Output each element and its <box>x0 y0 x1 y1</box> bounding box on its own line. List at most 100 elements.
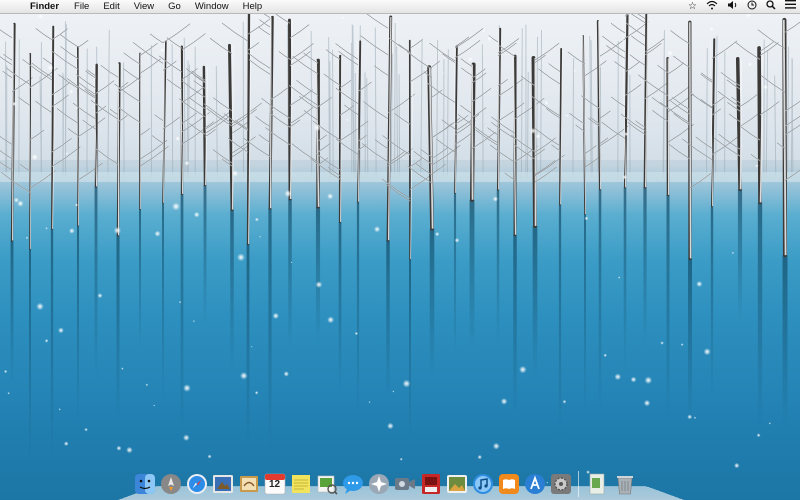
wallpaper-scene <box>0 0 800 484</box>
iphoto-icon[interactable] <box>444 470 469 498</box>
snowflake <box>703 348 711 356</box>
snowflake <box>696 280 703 288</box>
snowflake <box>747 62 752 67</box>
snowflake <box>709 26 714 32</box>
snowflake <box>755 164 759 168</box>
snowflake <box>254 391 259 395</box>
snowflake <box>231 170 239 177</box>
photo-booth-icon[interactable] <box>418 470 443 498</box>
calendar-icon[interactable]: 12 <box>262 470 287 498</box>
snowflake <box>354 331 359 336</box>
dashboard-icon[interactable] <box>366 470 391 498</box>
snowflake <box>37 13 44 20</box>
snowflake <box>75 106 78 110</box>
snowflake <box>492 442 500 450</box>
mail-stamp-icon[interactable] <box>236 470 261 498</box>
snowflake <box>442 72 445 74</box>
snowflake <box>25 236 29 240</box>
snowflake <box>768 422 771 425</box>
menu-file[interactable]: File <box>67 0 96 14</box>
preview-icon[interactable] <box>314 470 339 498</box>
snowflake <box>500 398 508 405</box>
safari-icon[interactable] <box>184 470 209 498</box>
star-icon[interactable]: ☆ <box>688 0 697 14</box>
itunes-icon[interactable] <box>470 470 495 498</box>
messages-icon[interactable] <box>340 470 365 498</box>
snowflake <box>154 230 161 237</box>
snowflake <box>584 216 589 221</box>
snowflake <box>58 408 61 411</box>
volume-icon[interactable] <box>727 0 738 15</box>
snowflake <box>763 84 768 90</box>
snowflake <box>630 376 637 383</box>
snowflake <box>65 152 69 155</box>
snowflake <box>624 131 629 137</box>
snowflake <box>184 160 190 166</box>
snowflake <box>315 281 323 289</box>
launchpad-icon[interactable] <box>158 470 183 498</box>
system-preferences-icon[interactable] <box>548 470 573 498</box>
snowflake <box>254 217 259 222</box>
photo-browser-icon[interactable] <box>210 470 235 498</box>
snowflake <box>44 338 49 343</box>
snowflake <box>530 127 537 134</box>
list-icon[interactable] <box>785 0 796 14</box>
facetime-icon[interactable] <box>392 470 417 498</box>
snowflake <box>387 422 394 430</box>
trash-icon[interactable] <box>612 470 637 498</box>
snowflake <box>68 89 74 94</box>
snowflake <box>57 327 64 334</box>
app-store-icon[interactable] <box>522 470 547 498</box>
snowflake <box>693 416 697 419</box>
menu-view[interactable]: View <box>127 0 161 14</box>
snowflake <box>477 454 483 460</box>
snowflake <box>468 56 473 62</box>
snowflake <box>74 203 79 207</box>
snowflake <box>121 367 124 370</box>
snowflake <box>392 390 395 393</box>
menu-app-finder[interactable]: Finder <box>24 0 67 14</box>
menu-help[interactable]: Help <box>236 0 270 14</box>
snowflake <box>562 399 567 404</box>
menu-edit[interactable]: Edit <box>96 0 126 14</box>
snowflake <box>250 345 253 348</box>
snowflake <box>565 114 569 117</box>
snowflake <box>544 100 549 105</box>
snowflake <box>272 312 280 320</box>
menu-bar: Finder File Edit View Go Window Help ☆ <box>0 0 800 14</box>
snowflake <box>126 446 133 454</box>
snowflake <box>573 69 576 73</box>
snowflake <box>271 108 274 111</box>
snowflake <box>603 353 607 357</box>
snowflake <box>402 156 405 159</box>
snowflake <box>239 371 248 380</box>
snowflake <box>660 341 664 345</box>
snowflake <box>47 64 54 71</box>
snowflake <box>756 433 761 438</box>
search-icon[interactable] <box>766 0 776 15</box>
snowflake <box>116 445 122 451</box>
menu-go[interactable]: Go <box>161 0 188 14</box>
clock-icon[interactable] <box>747 0 757 15</box>
document-stack-icon[interactable] <box>584 470 609 498</box>
snowflake <box>182 434 190 442</box>
snowflake <box>482 29 485 33</box>
snowflake <box>313 123 321 132</box>
snowflake <box>284 189 292 198</box>
desktop-wallpaper <box>0 0 800 500</box>
dock-separator <box>578 471 579 497</box>
stickies-icon[interactable] <box>288 470 313 498</box>
ibooks-icon[interactable] <box>496 470 521 498</box>
snowflake <box>340 16 345 20</box>
calendar-day-number: 12 <box>268 479 281 490</box>
snowflake <box>193 211 200 218</box>
menu-window[interactable]: Window <box>188 0 236 14</box>
snowflake <box>113 226 122 235</box>
snowflake <box>12 101 17 107</box>
snowflake <box>7 392 10 395</box>
snowflake <box>617 276 621 279</box>
wifi-icon[interactable] <box>706 0 718 15</box>
snowflake <box>667 50 673 56</box>
snowflake <box>207 454 212 459</box>
finder-icon[interactable] <box>132 470 157 498</box>
